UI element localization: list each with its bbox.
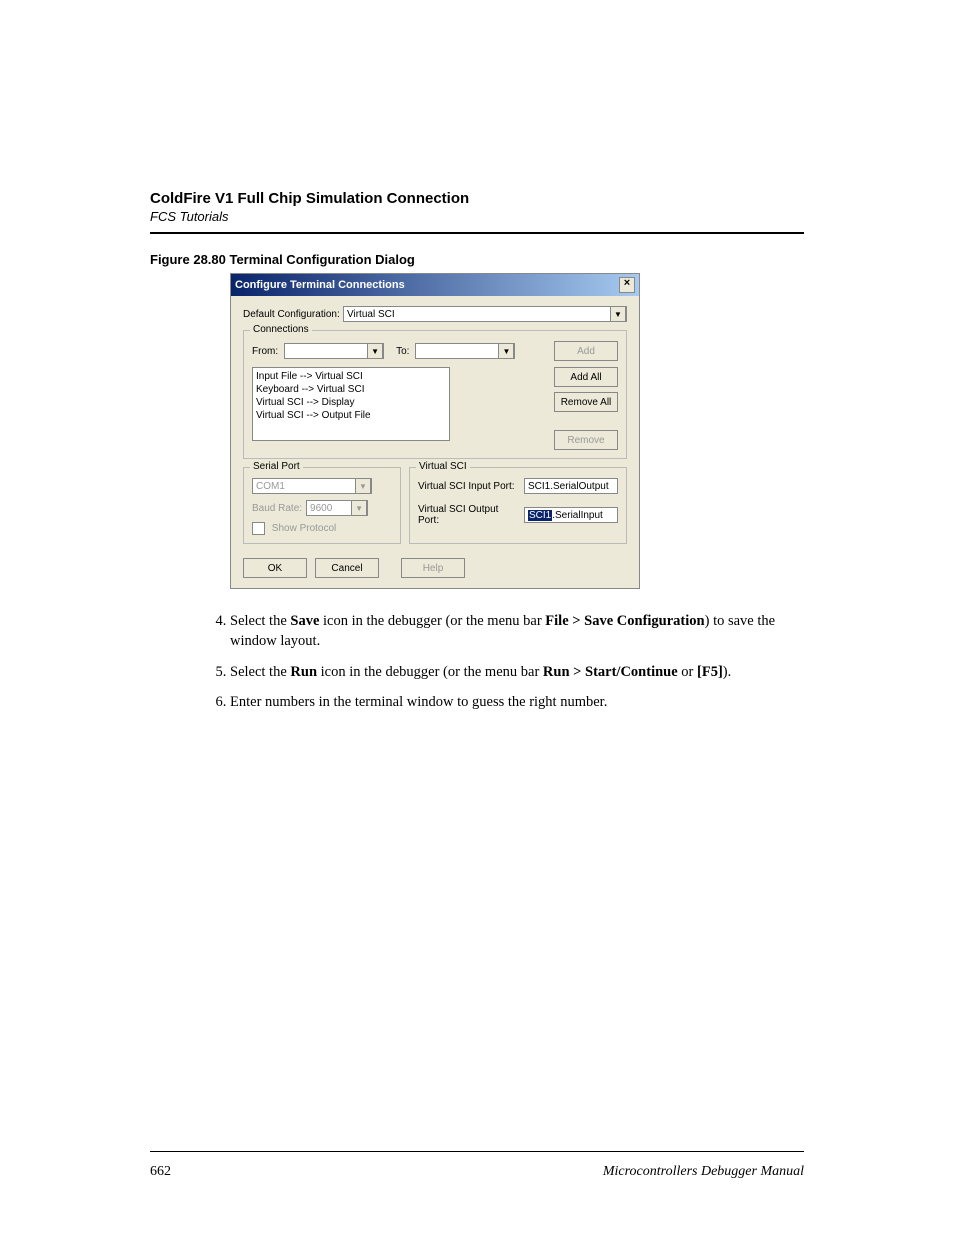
- connections-group: Connections From: ▼ To: ▼ Add: [243, 330, 627, 459]
- chapter-title: ColdFire V1 Full Chip Simulation Connect…: [150, 190, 804, 207]
- vsci-output-label: Virtual SCI Output Port:: [418, 504, 518, 526]
- figure-caption: Figure 28.80 Terminal Configuration Dial…: [150, 252, 804, 267]
- help-button[interactable]: Help: [401, 558, 465, 578]
- virtual-sci-legend: Virtual SCI: [416, 461, 470, 472]
- show-protocol-checkbox: [252, 522, 265, 535]
- baud-rate-value: 9600: [310, 503, 332, 514]
- to-combo[interactable]: ▼: [415, 343, 515, 359]
- virtual-sci-group: Virtual SCI Virtual SCI Input Port: SCI1…: [409, 467, 627, 544]
- ok-button[interactable]: OK: [243, 558, 307, 578]
- chevron-down-icon: ▼: [355, 478, 371, 494]
- list-item[interactable]: Keyboard --> Virtual SCI: [256, 383, 446, 396]
- section-subtitle: FCS Tutorials: [150, 209, 804, 224]
- cancel-button[interactable]: Cancel: [315, 558, 379, 578]
- list-item[interactable]: Input File --> Virtual SCI: [256, 370, 446, 383]
- dialog-titlebar[interactable]: Configure Terminal Connections ×: [231, 274, 639, 296]
- instruction-6: Enter numbers in the terminal window to …: [230, 692, 804, 712]
- baud-rate-label: Baud Rate:: [252, 503, 302, 514]
- connections-listbox[interactable]: Input File --> Virtual SCI Keyboard --> …: [252, 367, 450, 441]
- close-icon[interactable]: ×: [619, 277, 635, 293]
- add-all-button[interactable]: Add All: [554, 367, 618, 387]
- remove-button[interactable]: Remove: [554, 430, 618, 450]
- dialog-title: Configure Terminal Connections: [235, 279, 405, 291]
- from-label: From:: [252, 346, 278, 357]
- connections-legend: Connections: [250, 324, 312, 335]
- vsci-input-value: SCI1.SerialOutput: [528, 481, 609, 492]
- serial-port-value: COM1: [256, 481, 285, 492]
- serial-port-legend: Serial Port: [250, 461, 303, 472]
- to-label: To:: [396, 346, 409, 357]
- default-config-label: Default Configuration:: [243, 309, 343, 320]
- chevron-down-icon[interactable]: ▼: [367, 343, 383, 359]
- vsci-output-field[interactable]: SCI1.SerialInput: [524, 507, 618, 523]
- baud-rate-combo: 9600 ▼: [306, 500, 368, 516]
- chevron-down-icon: ▼: [351, 500, 367, 516]
- remove-all-button[interactable]: Remove All: [554, 392, 618, 412]
- default-config-combo[interactable]: Virtual SCI ▼: [343, 306, 627, 322]
- vsci-input-field[interactable]: SCI1.SerialOutput: [524, 478, 618, 494]
- footer-rule: [150, 1151, 804, 1152]
- list-item[interactable]: Virtual SCI --> Output File: [256, 409, 446, 422]
- list-item[interactable]: Virtual SCI --> Display: [256, 396, 446, 409]
- chevron-down-icon[interactable]: ▼: [610, 306, 626, 322]
- instruction-5: Select the Run icon in the debugger (or …: [230, 662, 804, 682]
- page-number: 662: [150, 1164, 171, 1180]
- terminal-config-dialog: Configure Terminal Connections × Default…: [230, 273, 640, 589]
- instruction-4: Select the Save icon in the debugger (or…: [230, 611, 804, 652]
- vsci-input-label: Virtual SCI Input Port:: [418, 481, 518, 492]
- from-combo[interactable]: ▼: [284, 343, 384, 359]
- page-footer: 662 Microcontrollers Debugger Manual: [150, 1151, 804, 1180]
- serial-port-group: Serial Port COM1 ▼ Baud Rate: 9600 ▼: [243, 467, 401, 544]
- default-config-value: Virtual SCI: [347, 309, 395, 320]
- chevron-down-icon[interactable]: ▼: [498, 343, 514, 359]
- serial-port-combo: COM1 ▼: [252, 478, 372, 494]
- vsci-output-selected: SCI1: [528, 510, 552, 521]
- show-protocol-label: Show Protocol: [272, 523, 336, 534]
- header-rule: [150, 232, 804, 234]
- vsci-output-rest: .SerialInput: [552, 510, 603, 521]
- manual-title: Microcontrollers Debugger Manual: [603, 1164, 804, 1180]
- instruction-list: Select the Save icon in the debugger (or…: [210, 611, 804, 712]
- add-button[interactable]: Add: [554, 341, 618, 361]
